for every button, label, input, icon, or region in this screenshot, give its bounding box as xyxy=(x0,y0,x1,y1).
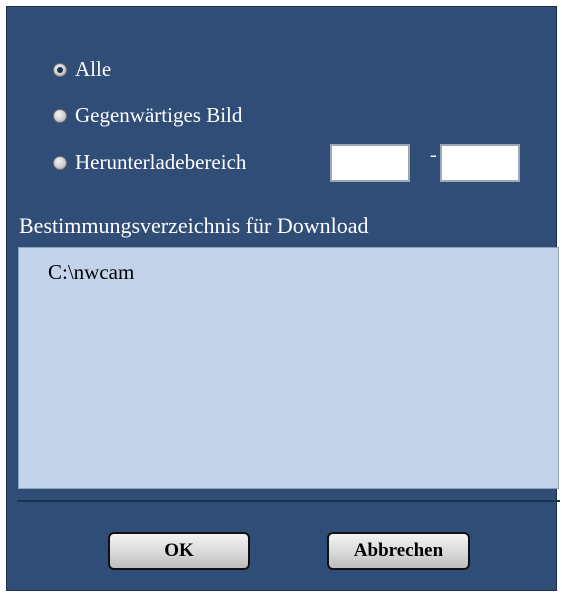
option-current-image[interactable]: Gegenwärtiges Bild xyxy=(53,103,242,128)
radio-current-image-icon[interactable] xyxy=(53,108,67,123)
option-current-image-label: Gegenwärtiges Bild xyxy=(75,103,243,127)
option-download-range[interactable]: Herunterladebereich xyxy=(53,150,246,175)
range-from-input[interactable] xyxy=(330,144,410,182)
cancel-button[interactable]: Abbrechen xyxy=(327,532,470,570)
download-dialog: Alle Gegenwärtiges Bild Herunterladebere… xyxy=(6,6,560,591)
separator-line xyxy=(17,500,560,502)
range-to-input[interactable] xyxy=(440,144,520,182)
radio-all-selected-icon[interactable] xyxy=(53,62,67,77)
range-separator: - xyxy=(430,144,437,166)
option-download-range-label: Herunterladebereich xyxy=(75,150,247,174)
option-all[interactable]: Alle xyxy=(53,57,111,82)
option-all-label: Alle xyxy=(75,57,112,81)
destination-path: C:\nwcam xyxy=(48,260,135,284)
destination-directory-box[interactable]: C:\nwcam xyxy=(18,247,559,489)
radio-download-range-icon[interactable] xyxy=(53,155,67,170)
ok-button[interactable]: OK xyxy=(108,532,250,570)
destination-label: Bestimmungsverzeichnis für Download xyxy=(19,213,369,238)
